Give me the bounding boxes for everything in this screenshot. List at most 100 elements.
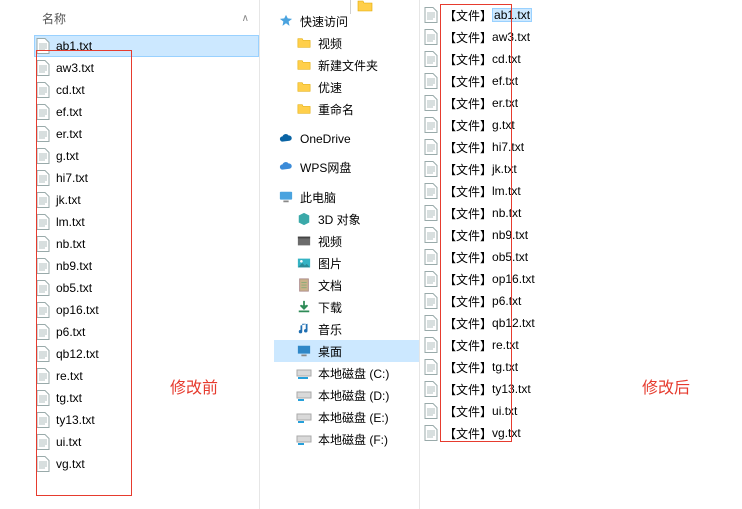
video-icon (296, 233, 312, 249)
tree-item[interactable]: 视频 (274, 32, 419, 54)
file-name: ui.txt (56, 435, 81, 449)
tree-wps[interactable]: WPS网盘 (274, 156, 419, 178)
file-name: cd.txt (56, 83, 85, 97)
file-name: nb.txt (56, 237, 85, 251)
file-item[interactable]: vg.txt (34, 453, 259, 475)
file-name: qb12.txt (56, 347, 99, 361)
tree-item[interactable]: 桌面 (274, 340, 419, 362)
file-name: jk.txt (492, 162, 517, 176)
file-item[interactable]: 【文件】ty13.txt (424, 378, 742, 400)
file-prefix: 【文件】 (444, 293, 492, 310)
file-item[interactable]: op16.txt (34, 299, 259, 321)
tree-item[interactable]: 本地磁盘 (D:) (274, 384, 419, 406)
text-file-icon (36, 390, 50, 406)
text-file-icon (424, 249, 438, 265)
file-item[interactable]: ef.txt (34, 101, 259, 123)
column-header-name: 名称 (42, 10, 66, 27)
tree-onedrive[interactable]: OneDrive (274, 128, 419, 150)
file-item[interactable]: 【文件】ui.txt (424, 400, 742, 422)
file-prefix: 【文件】 (444, 139, 492, 156)
downloads-icon (296, 299, 312, 315)
music-icon (296, 321, 312, 337)
file-item[interactable]: 【文件】nb.txt (424, 202, 742, 224)
tree-item[interactable]: 音乐 (274, 318, 419, 340)
file-prefix: 【文件】 (444, 95, 492, 112)
tree-label: 音乐 (318, 321, 342, 338)
file-item[interactable]: nb9.txt (34, 255, 259, 277)
file-name: ty13.txt (56, 413, 95, 427)
folder-icon (296, 79, 312, 95)
column-header[interactable]: 名称 ∧ (0, 6, 259, 35)
file-item[interactable]: 【文件】ab1.txt (424, 4, 742, 26)
tree-item[interactable]: 下载 (274, 296, 419, 318)
file-name: jk.txt (56, 193, 81, 207)
tree-item[interactable]: 新建文件夹 (274, 54, 419, 76)
file-name: aw3.txt (56, 61, 94, 75)
file-name: ob5.txt (56, 281, 92, 295)
tree-item[interactable]: 本地磁盘 (C:) (274, 362, 419, 384)
file-item[interactable]: hi7.txt (34, 167, 259, 189)
tree-item[interactable]: 本地磁盘 (E:) (274, 406, 419, 428)
3d-icon (296, 211, 312, 227)
file-item[interactable]: 【文件】lm.txt (424, 180, 742, 202)
file-item[interactable]: 【文件】hi7.txt (424, 136, 742, 158)
file-item[interactable]: 【文件】re.txt (424, 334, 742, 356)
file-item[interactable]: tg.txt (34, 387, 259, 409)
file-item[interactable]: er.txt (34, 123, 259, 145)
file-item[interactable]: 【文件】ob5.txt (424, 246, 742, 268)
tree-label: 此电脑 (300, 189, 336, 206)
file-name: re.txt (56, 369, 83, 383)
file-item[interactable]: ty13.txt (34, 409, 259, 431)
file-item[interactable]: 【文件】nb9.txt (424, 224, 742, 246)
file-item[interactable]: aw3.txt (34, 57, 259, 79)
file-prefix: 【文件】 (444, 7, 492, 24)
tree-item[interactable]: 图片 (274, 252, 419, 274)
text-file-icon (424, 161, 438, 177)
tree-item[interactable]: 优速 (274, 76, 419, 98)
tree-quick-access[interactable]: 快速访问 (274, 10, 419, 32)
file-prefix: 【文件】 (444, 315, 492, 332)
file-item[interactable]: 【文件】qb12.txt (424, 312, 742, 334)
tree-item[interactable]: 3D 对象 (274, 208, 419, 230)
file-item[interactable]: ui.txt (34, 431, 259, 453)
file-item[interactable]: ab1.txt (34, 35, 259, 57)
file-item[interactable]: 【文件】op16.txt (424, 268, 742, 290)
text-file-icon (424, 337, 438, 353)
tree-label: 本地磁盘 (E:) (318, 409, 389, 426)
tree-label: 视频 (318, 233, 342, 250)
tree-this-pc[interactable]: 此电脑 (274, 186, 419, 208)
file-item[interactable]: p6.txt (34, 321, 259, 343)
file-name: nb9.txt (56, 259, 92, 273)
file-name: aw3.txt (492, 30, 530, 44)
file-name: ui.txt (492, 404, 517, 418)
file-item[interactable]: jk.txt (34, 189, 259, 211)
file-item[interactable]: 【文件】vg.txt (424, 422, 742, 444)
file-item[interactable]: re.txt (34, 365, 259, 387)
file-item[interactable]: 【文件】er.txt (424, 92, 742, 114)
text-file-icon (36, 324, 50, 340)
file-item[interactable]: 【文件】tg.txt (424, 356, 742, 378)
file-item[interactable]: lm.txt (34, 211, 259, 233)
file-prefix: 【文件】 (444, 51, 492, 68)
file-name: re.txt (492, 338, 519, 352)
file-item[interactable]: 【文件】ef.txt (424, 70, 742, 92)
file-item[interactable]: 【文件】jk.txt (424, 158, 742, 180)
file-item[interactable]: nb.txt (34, 233, 259, 255)
file-item[interactable]: cd.txt (34, 79, 259, 101)
file-item[interactable]: ob5.txt (34, 277, 259, 299)
text-file-icon (36, 214, 50, 230)
file-item[interactable]: 【文件】g.txt (424, 114, 742, 136)
file-prefix: 【文件】 (444, 227, 492, 244)
file-name: hi7.txt (492, 140, 524, 154)
text-file-icon (424, 183, 438, 199)
annotation-label-after: 修改后 (642, 374, 690, 398)
tree-item[interactable]: 视频 (274, 230, 419, 252)
file-item[interactable]: g.txt (34, 145, 259, 167)
tree-item[interactable]: 本地磁盘 (F:) (274, 428, 419, 450)
file-item[interactable]: 【文件】aw3.txt (424, 26, 742, 48)
file-item[interactable]: 【文件】cd.txt (424, 48, 742, 70)
tree-item[interactable]: 文档 (274, 274, 419, 296)
tree-item[interactable]: 重命名 (274, 98, 419, 120)
file-item[interactable]: qb12.txt (34, 343, 259, 365)
file-item[interactable]: 【文件】p6.txt (424, 290, 742, 312)
